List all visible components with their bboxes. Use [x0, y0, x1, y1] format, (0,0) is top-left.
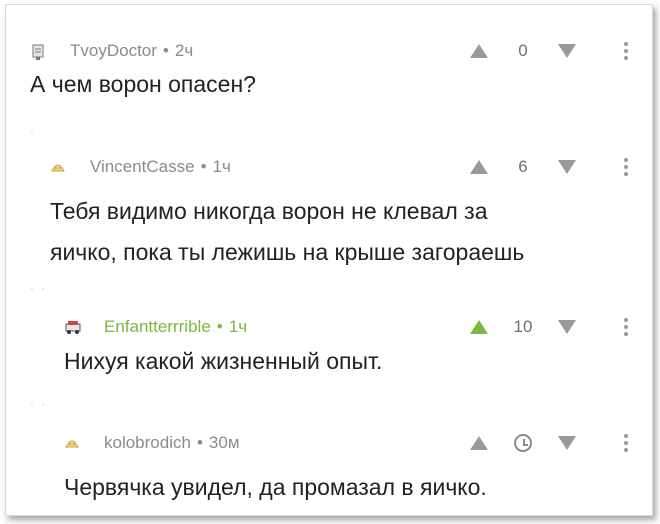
- comment-line: яичко, пока ты лежишь на крыше загораешь: [50, 239, 525, 265]
- author-name[interactable]: VincentCasse: [90, 157, 195, 177]
- thread-line: ·: [30, 125, 36, 139]
- thread-line: · ·: [30, 397, 48, 411]
- avatar[interactable]: [30, 43, 46, 60]
- comments-panel: TvoyDoctor • 2ч 0 А чем ворон опасен? · …: [5, 4, 653, 516]
- comment-tvoydoctor: TvoyDoctor • 2ч 0 А чем ворон опасен?: [6, 5, 652, 125]
- score: 0: [518, 41, 528, 60]
- comment-text: А чем ворон опасен?: [30, 64, 256, 105]
- more-menu-icon[interactable]: [624, 434, 628, 452]
- comment-text: Тебя видимо никогда ворон не клевал за я…: [50, 191, 524, 273]
- downvote-icon[interactable]: [558, 436, 576, 450]
- comment-line: Тебя видимо никогда ворон не клевал за: [50, 198, 488, 224]
- comment-line: А чем ворон опасен?: [30, 71, 256, 97]
- downvote-icon[interactable]: [558, 160, 576, 174]
- vote-controls: 6: [470, 155, 628, 179]
- comment-line: Червячка увидел, да промазал в яичко.: [64, 474, 487, 500]
- comment-time: 2ч: [174, 41, 194, 60]
- score: 6: [518, 157, 528, 176]
- upvote-icon[interactable]: [470, 44, 488, 58]
- upvote-icon[interactable]: [470, 436, 488, 450]
- author-name[interactable]: TvoyDoctor: [70, 41, 157, 61]
- avatar[interactable]: [50, 159, 66, 175]
- comment-header: kolobrodich • 30м: [64, 431, 628, 455]
- upvote-icon[interactable]: [470, 320, 488, 334]
- comment-time: 1ч: [228, 317, 248, 336]
- more-menu-icon[interactable]: [624, 42, 628, 60]
- vote-controls: 10: [470, 315, 628, 339]
- comment-time: 30м: [208, 433, 240, 452]
- more-menu-icon[interactable]: [624, 318, 628, 336]
- comment-header: VincentCasse • 1ч 6: [50, 155, 628, 179]
- vote-controls: 0: [470, 39, 628, 63]
- separator: •: [162, 41, 169, 60]
- author-name[interactable]: Enfantterrrible: [104, 317, 211, 337]
- clock-icon: [514, 434, 532, 452]
- more-menu-icon[interactable]: [624, 158, 628, 176]
- avatar[interactable]: [64, 319, 81, 335]
- comment-line: Нихуя какой жизненный опыт.: [64, 348, 383, 374]
- comment-header: Enfantterrrible • 1ч 10: [64, 315, 628, 339]
- thread-line: · ·: [30, 281, 48, 295]
- separator: •: [196, 433, 203, 452]
- score: 10: [513, 317, 533, 336]
- comment-time: 1ч: [212, 157, 231, 176]
- vote-controls: [470, 431, 628, 455]
- author-name[interactable]: kolobrodich: [104, 433, 191, 453]
- separator: •: [200, 157, 207, 176]
- downvote-icon[interactable]: [558, 44, 576, 58]
- comment-text: Червячка увидел, да промазал в яичко.: [64, 467, 487, 508]
- comment-text: Нихуя какой жизненный опыт.: [64, 341, 382, 382]
- comment-header: TvoyDoctor • 2ч 0: [30, 39, 628, 63]
- separator: •: [216, 317, 223, 336]
- upvote-icon[interactable]: [470, 160, 488, 174]
- avatar[interactable]: [64, 435, 80, 451]
- downvote-icon[interactable]: [558, 320, 576, 334]
